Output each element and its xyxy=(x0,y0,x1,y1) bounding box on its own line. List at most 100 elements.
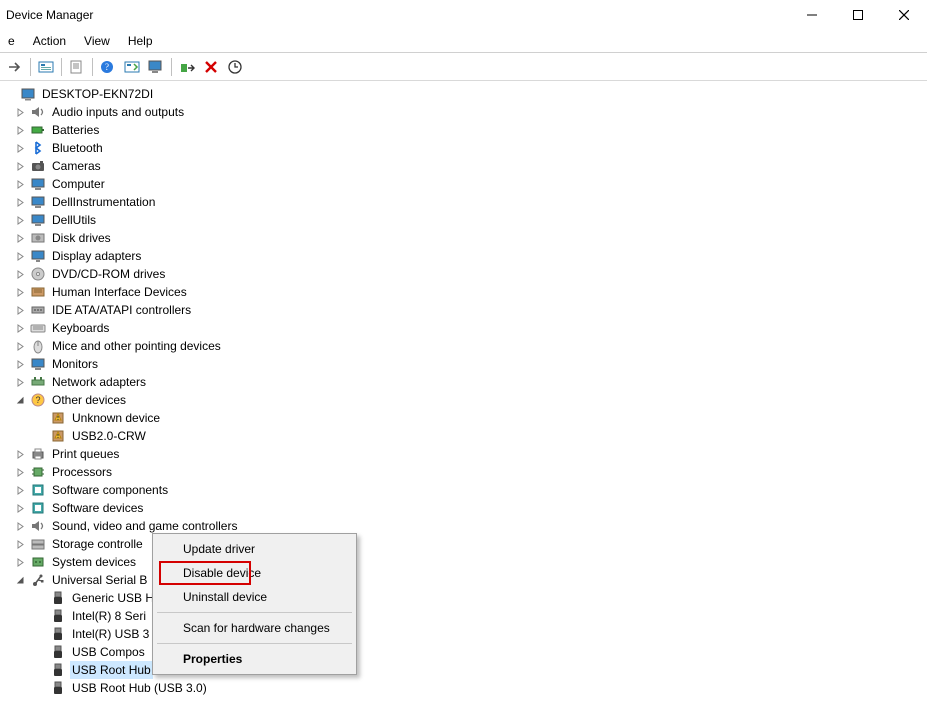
tree-device-label: Unknown device xyxy=(70,409,162,427)
expander-collapsed-icon[interactable] xyxy=(14,142,26,154)
toolbar-separator xyxy=(92,58,93,76)
toolbar-monitor-icon[interactable] xyxy=(145,56,167,78)
expander-collapsed-icon[interactable] xyxy=(14,268,26,280)
tree-device[interactable]: Intel(R) 8 Seri xyxy=(2,607,925,625)
expander-collapsed-icon[interactable] xyxy=(14,502,26,514)
tree-device[interactable]: USB Root Hub (USB 3.0) xyxy=(2,679,925,697)
context-menu-item[interactable]: Update driver xyxy=(155,537,354,561)
expander-collapsed-icon[interactable] xyxy=(14,178,26,190)
expander-collapsed-icon[interactable] xyxy=(14,340,26,352)
context-menu-item[interactable]: Uninstall device xyxy=(155,585,354,609)
tree-category[interactable]: Batteries xyxy=(2,121,925,139)
toolbar-showhidden-icon[interactable] xyxy=(35,56,57,78)
menubar: e Action View Help xyxy=(0,30,927,52)
context-menu-item[interactable]: Disable device xyxy=(155,561,354,585)
tree-category[interactable]: Audio inputs and outputs xyxy=(2,103,925,121)
toolbar-disable-icon[interactable] xyxy=(200,56,222,78)
tree-category[interactable]: Human Interface Devices xyxy=(2,283,925,301)
expander-collapsed-icon[interactable] xyxy=(14,106,26,118)
tree-category-label: Batteries xyxy=(50,121,101,139)
toolbar-help-icon[interactable]: ? xyxy=(97,56,119,78)
tree-category[interactable]: Universal Serial B xyxy=(2,571,925,589)
expander-collapsed-icon[interactable] xyxy=(14,160,26,172)
expander-collapsed-icon[interactable] xyxy=(14,520,26,532)
expander-collapsed-icon[interactable] xyxy=(14,484,26,496)
tree-category[interactable]: Disk drives xyxy=(2,229,925,247)
context-menu-separator xyxy=(157,612,352,613)
tree-device[interactable]: Unknown device xyxy=(2,409,925,427)
tree-category[interactable]: Cameras xyxy=(2,157,925,175)
expander-collapsed-icon[interactable] xyxy=(14,214,26,226)
toolbar-update-icon[interactable] xyxy=(121,56,143,78)
system-icon xyxy=(30,554,46,570)
context-menu-item[interactable]: Properties xyxy=(155,647,354,671)
tree-device[interactable]: USB Compos xyxy=(2,643,925,661)
expander-collapsed-icon[interactable] xyxy=(14,448,26,460)
expander-expanded-icon[interactable] xyxy=(14,394,26,406)
tree-category[interactable]: Print queues xyxy=(2,445,925,463)
computer-icon xyxy=(30,212,46,228)
expander-collapsed-icon[interactable] xyxy=(14,286,26,298)
toolbar-properties-icon[interactable] xyxy=(66,56,88,78)
toolbar-enable-icon[interactable] xyxy=(176,56,198,78)
tree-root[interactable]: DESKTOP-EKN72DI xyxy=(2,85,925,103)
tree-category[interactable]: IDE ATA/ATAPI controllers xyxy=(2,301,925,319)
tree-category[interactable]: DVD/CD-ROM drives xyxy=(2,265,925,283)
usbdev-icon xyxy=(50,626,66,642)
tree-category[interactable]: Storage controlle xyxy=(2,535,925,553)
tree-category[interactable]: Software devices xyxy=(2,499,925,517)
minimize-button[interactable] xyxy=(789,0,835,30)
window-title: Device Manager xyxy=(6,8,93,22)
tree-device-label: USB Compos xyxy=(70,643,147,661)
soft-icon xyxy=(30,482,46,498)
menu-file[interactable]: e xyxy=(0,32,23,50)
tree-category-label: System devices xyxy=(50,553,138,571)
expander-collapsed-icon[interactable] xyxy=(14,250,26,262)
expander-collapsed-icon[interactable] xyxy=(14,466,26,478)
dell-icon xyxy=(30,194,46,210)
menu-view[interactable]: View xyxy=(76,32,118,50)
expander-expanded-icon[interactable] xyxy=(14,574,26,586)
toolbar-forward-icon[interactable] xyxy=(4,56,26,78)
tree-category-label: DVD/CD-ROM drives xyxy=(50,265,167,283)
tree-category-label: Processors xyxy=(50,463,114,481)
tree-category[interactable]: Network adapters xyxy=(2,373,925,391)
tree-category[interactable]: Display adapters xyxy=(2,247,925,265)
tree-category[interactable]: Bluetooth xyxy=(2,139,925,157)
expander-collapsed-icon[interactable] xyxy=(14,322,26,334)
tree-category[interactable]: System devices xyxy=(2,553,925,571)
tree-device[interactable]: Generic USB H xyxy=(2,589,925,607)
menu-help[interactable]: Help xyxy=(120,32,161,50)
titlebar: Device Manager xyxy=(0,0,927,30)
expander-collapsed-icon[interactable] xyxy=(14,376,26,388)
context-menu-item[interactable]: Scan for hardware changes xyxy=(155,616,354,640)
expander-collapsed-icon[interactable] xyxy=(14,556,26,568)
tree-category[interactable]: Monitors xyxy=(2,355,925,373)
expander-collapsed-icon[interactable] xyxy=(14,304,26,316)
tree-category-label: Computer xyxy=(50,175,107,193)
tree-category[interactable]: Sound, video and game controllers xyxy=(2,517,925,535)
close-button[interactable] xyxy=(881,0,927,30)
expander-collapsed-icon[interactable] xyxy=(14,196,26,208)
expander-collapsed-icon[interactable] xyxy=(14,538,26,550)
tree-category[interactable]: Computer xyxy=(2,175,925,193)
maximize-button[interactable] xyxy=(835,0,881,30)
tree-category[interactable]: ? Other devices xyxy=(2,391,925,409)
tree-device[interactable]: Intel(R) USB 3 t) xyxy=(2,625,925,643)
tree-category[interactable]: Processors xyxy=(2,463,925,481)
menu-action[interactable]: Action xyxy=(25,32,74,50)
tree-category[interactable]: Software components xyxy=(2,481,925,499)
tree-device[interactable]: USB Root Hub xyxy=(2,661,925,679)
tree-category-label: Monitors xyxy=(50,355,100,373)
device-tree[interactable]: DESKTOP-EKN72DI Audio inputs and outputs… xyxy=(0,81,927,701)
tree-category[interactable]: DellUtils xyxy=(2,211,925,229)
tree-category[interactable]: Keyboards xyxy=(2,319,925,337)
tree-category[interactable]: Mice and other pointing devices xyxy=(2,337,925,355)
tree-device[interactable]: USB2.0-CRW xyxy=(2,427,925,445)
tree-category[interactable]: DellInstrumentation xyxy=(2,193,925,211)
expander-collapsed-icon[interactable] xyxy=(14,124,26,136)
expander-collapsed-icon[interactable] xyxy=(14,232,26,244)
expander-collapsed-icon[interactable] xyxy=(14,358,26,370)
toolbar-scan-icon[interactable] xyxy=(224,56,246,78)
camera-icon xyxy=(30,158,46,174)
